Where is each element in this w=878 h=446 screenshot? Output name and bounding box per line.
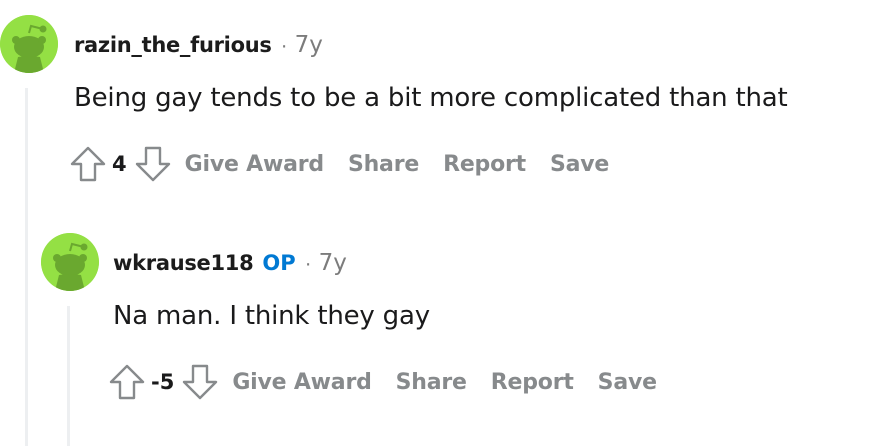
avatar[interactable]	[0, 15, 58, 73]
comment-age[interactable]: 7y	[319, 250, 347, 276]
comment-actions: -5 Give Award Share Report Save	[107, 362, 657, 402]
downvote-icon[interactable]	[180, 362, 220, 402]
comment-meta: wkrause118 OP · 7y	[113, 250, 347, 276]
score: 4	[112, 152, 127, 176]
thread-line[interactable]	[25, 88, 28, 446]
username[interactable]: razin_the_furious	[74, 33, 272, 57]
separator-dot: ·	[304, 252, 312, 275]
snoo-avatar-icon	[41, 233, 99, 291]
comment-age[interactable]: 7y	[295, 32, 323, 58]
report-button[interactable]: Report	[491, 370, 574, 395]
snoo-avatar-icon	[0, 15, 58, 73]
upvote-icon[interactable]	[107, 362, 147, 402]
separator-dot: ·	[280, 34, 288, 57]
score: -5	[151, 370, 175, 394]
comment-body: Being gay tends to be a bit more complic…	[74, 83, 788, 113]
comment-meta: razin_the_furious · 7y	[74, 32, 323, 58]
give-award-button[interactable]: Give Award	[185, 152, 325, 177]
comment-actions: 4 Give Award Share Report Save	[68, 144, 609, 184]
share-button[interactable]: Share	[348, 152, 419, 177]
comment-body: Na man. I think they gay	[113, 301, 430, 331]
downvote-icon[interactable]	[133, 144, 173, 184]
save-button[interactable]: Save	[598, 370, 657, 395]
save-button[interactable]: Save	[550, 152, 609, 177]
op-badge: OP	[262, 251, 296, 275]
thread-line-nested[interactable]	[67, 306, 70, 446]
give-award-button[interactable]: Give Award	[232, 370, 372, 395]
username[interactable]: wkrause118	[113, 251, 254, 275]
upvote-icon[interactable]	[68, 144, 108, 184]
report-button[interactable]: Report	[443, 152, 526, 177]
avatar[interactable]	[41, 233, 99, 291]
share-button[interactable]: Share	[396, 370, 467, 395]
